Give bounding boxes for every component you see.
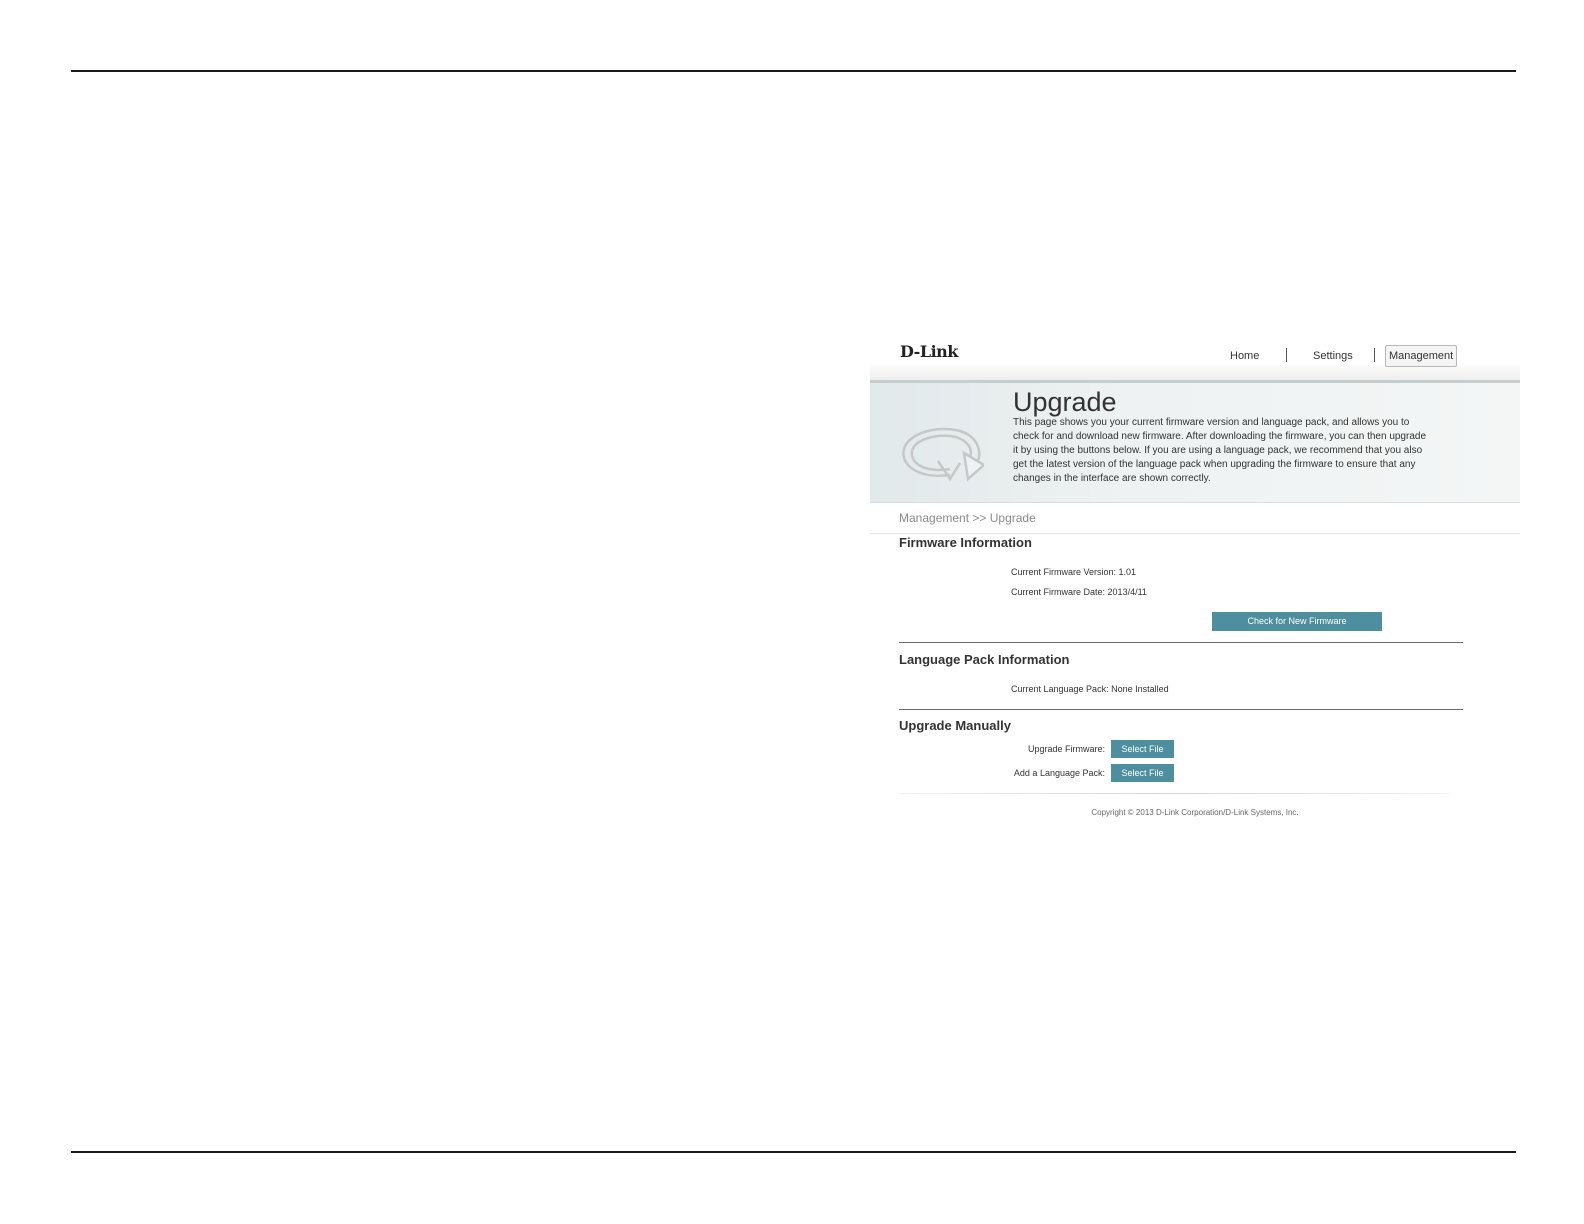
language-pack-label: Current Language Pack:	[1011, 684, 1109, 694]
language-section-title: Language Pack Information	[899, 652, 1070, 667]
top-bar: D-Link Home Settings Management	[870, 342, 1520, 383]
add-language-pack-label: Add a Language Pack:	[1013, 768, 1105, 778]
select-firmware-file-button[interactable]: Select File	[1111, 740, 1174, 758]
firmware-version-row: Current Firmware Version: 1.01	[1011, 567, 1136, 577]
page-header-banner: Upgrade This page shows you your current…	[870, 383, 1520, 503]
firmware-date-value: 2013/4/11	[1107, 587, 1147, 597]
upgrade-firmware-label: Upgrade Firmware:	[1027, 744, 1105, 754]
firmware-date-row: Current Firmware Date: 2013/4/11	[1011, 587, 1147, 597]
firmware-version-label: Current Firmware Version:	[1011, 567, 1117, 577]
page-description: This page shows you your current firmwar…	[1013, 417, 1427, 484]
firmware-section-title: Firmware Information	[899, 535, 1032, 550]
nav-separator	[1286, 348, 1287, 362]
breadcrumb: Management >> Upgrade	[899, 511, 1036, 525]
page-top-rule	[71, 70, 1516, 72]
footer-divider	[899, 793, 1449, 794]
breadcrumb-divider	[870, 533, 1520, 534]
language-pack-value: None Installed	[1111, 684, 1169, 694]
section-divider	[899, 642, 1463, 643]
nav-management[interactable]: Management	[1385, 345, 1458, 367]
firmware-version-value: 1.01	[1118, 567, 1137, 577]
nav-separator	[1374, 348, 1375, 362]
manual-section-title: Upgrade Manually	[899, 718, 1011, 733]
copyright-footer: Copyright © 2013 D-Link Corporation/D-Li…	[1091, 808, 1299, 817]
dlink-logo: D-Link	[900, 342, 958, 361]
select-language-pack-file-button[interactable]: Select File	[1111, 764, 1174, 782]
refresh-arrow-icon	[902, 427, 984, 482]
firmware-date-label: Current Firmware Date:	[1011, 587, 1106, 597]
nav-home[interactable]: Home	[1230, 348, 1259, 364]
nav-settings[interactable]: Settings	[1313, 348, 1353, 364]
language-pack-row: Current Language Pack: None Installed	[1011, 684, 1169, 694]
section-divider	[899, 709, 1463, 710]
page-title: Upgrade	[1013, 387, 1117, 417]
page-bottom-rule	[71, 1151, 1516, 1153]
router-web-ui: D-Link Home Settings Management Upgrade …	[870, 342, 1520, 832]
check-new-firmware-button[interactable]: Check for New Firmware	[1212, 612, 1382, 631]
